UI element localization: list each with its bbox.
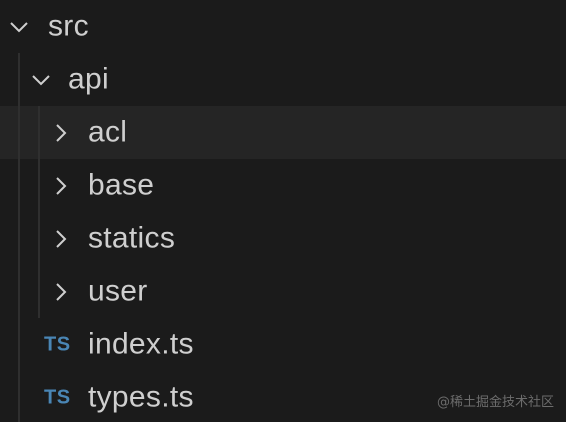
tree-item-label: user — [88, 273, 148, 307]
tree-item-user[interactable]: user — [0, 265, 566, 318]
tree-item-base[interactable]: base — [0, 159, 566, 212]
chevron-down-icon — [8, 16, 30, 38]
tree-item-label: statics — [88, 220, 176, 254]
tree-item-label: src — [48, 8, 89, 42]
tree-item-api[interactable]: api — [0, 53, 566, 106]
file-explorer-tree: src api acl base statics user TS index.t… — [0, 0, 566, 422]
chevron-right-icon — [50, 122, 72, 144]
tree-item-label: index.ts — [88, 326, 194, 360]
watermark: @稀土掘金技术社区 — [436, 395, 554, 410]
chevron-down-icon — [30, 69, 52, 91]
indent-guide — [18, 159, 20, 212]
tree-item-label: base — [88, 167, 155, 201]
chevron-right-icon — [50, 175, 72, 197]
tree-item-statics[interactable]: statics — [0, 212, 566, 265]
tree-item-label: api — [68, 61, 109, 95]
tree-item-index-ts[interactable]: TS index.ts — [0, 318, 566, 371]
indent-guide — [18, 53, 20, 106]
indent-guide — [38, 106, 40, 159]
chevron-right-icon — [50, 228, 72, 250]
indent-guide — [18, 318, 20, 371]
indent-guide — [38, 212, 40, 265]
typescript-file-icon: TS — [44, 386, 71, 408]
indent-guide — [38, 159, 40, 212]
tree-item-acl[interactable]: acl — [0, 106, 566, 159]
indent-guide — [18, 265, 20, 318]
tree-item-label: acl — [88, 114, 128, 148]
indent-guide — [38, 265, 40, 318]
indent-guide — [18, 371, 20, 422]
indent-guide — [18, 212, 20, 265]
indent-guide — [18, 106, 20, 159]
tree-item-src[interactable]: src — [0, 0, 566, 53]
tree-item-label: types.ts — [88, 379, 194, 413]
typescript-file-icon: TS — [44, 333, 71, 355]
chevron-right-icon — [50, 281, 72, 303]
